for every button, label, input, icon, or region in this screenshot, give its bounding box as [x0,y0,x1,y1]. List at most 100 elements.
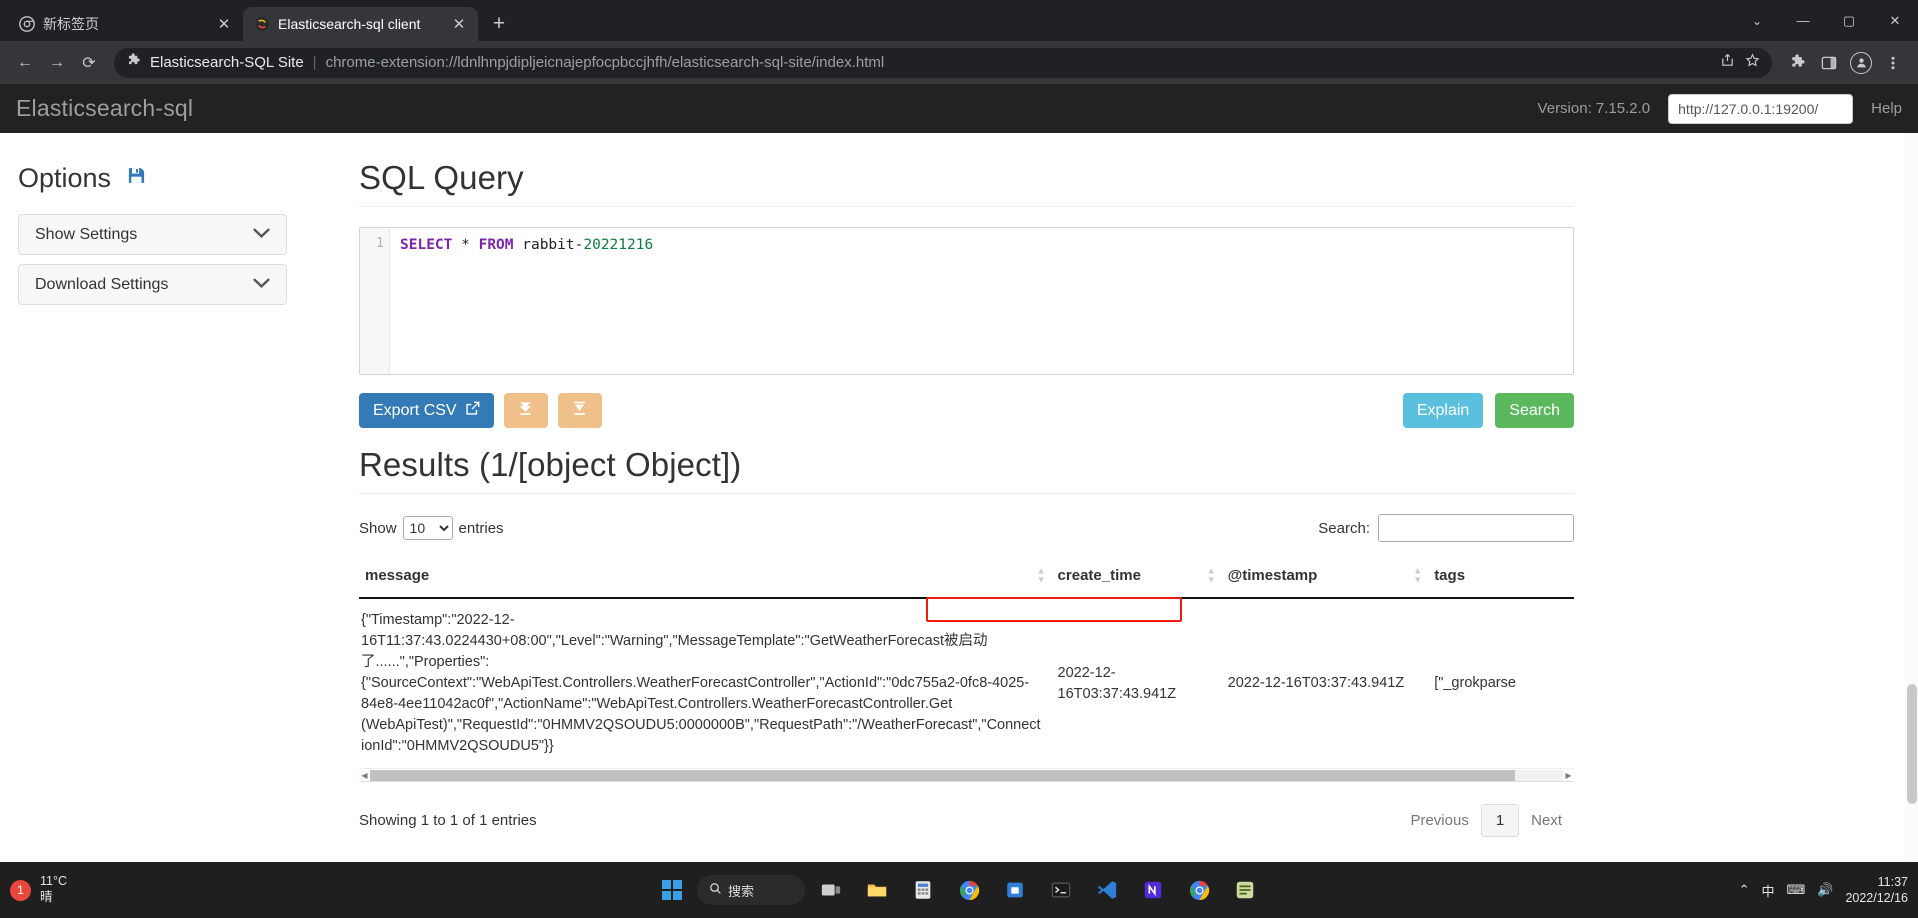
vscode-icon[interactable] [1087,870,1127,910]
sql-code[interactable]: SELECT * FROM rabbit-20221216 [390,228,653,374]
site-name: Elasticsearch-SQL Site [150,54,304,71]
sql-keyword-select: SELECT [400,237,453,253]
chrome-icon[interactable] [949,870,989,910]
task-view-icon[interactable] [811,870,851,910]
sql-client-icon[interactable] [1225,870,1265,910]
column-header-tags[interactable]: tags [1428,558,1574,599]
download-compress-icon [517,400,534,422]
three-dots-icon[interactable] [1878,48,1908,78]
windows-start-icon[interactable] [653,871,691,909]
table-footer: Showing 1 to 1 of 1 entries Previous 1 N… [359,804,1574,847]
calculator-icon[interactable] [903,870,943,910]
column-header-timestamp[interactable]: @timestamp ▲ ▼ [1221,558,1429,599]
puzzle-icon [126,53,141,72]
system-tray: ⌃ 中 ⌨ 🔊 11:37 2022/12/16 [1739,874,1908,907]
extensions-icon[interactable] [1782,48,1812,78]
table-search-input[interactable] [1378,514,1574,542]
sql-table-name: rabbit- [513,237,584,253]
sort-icon: ▲ ▼ [1206,565,1216,585]
table-horizontal-scrollbar[interactable]: ◀ ▶ [359,768,1574,782]
pagination-next[interactable]: Next [1519,805,1574,836]
column-label: tags [1434,567,1466,584]
share-icon[interactable] [1720,53,1735,72]
minimize-button[interactable]: — [1780,0,1826,41]
star-icon[interactable] [1745,53,1760,72]
scrollbar-thumb[interactable] [370,769,1516,781]
table-row[interactable]: {"Timestamp":"2022-12-16T11:37:43.022443… [359,597,1574,768]
server-url-input[interactable] [1668,93,1854,124]
results-table-wrapper: message ▲ ▼ create_time ▲ ▼ @timestamp ▲… [359,558,1574,783]
chrome-active-icon[interactable] [1179,870,1219,910]
page-length-select[interactable]: 10 25 50 100 [402,516,453,540]
back-icon[interactable]: ← [10,48,40,78]
tab-title: 新标签页 [43,16,99,32]
column-header-create-time[interactable]: create_time ▲ ▼ [1051,558,1222,599]
reload-icon[interactable]: ⟳ [74,48,104,78]
dotnet-icon[interactable] [1133,870,1173,910]
account-icon[interactable] [1846,48,1876,78]
elasticsearch-icon [253,16,270,33]
entries-label: entries [458,519,504,537]
page-scrollbar[interactable] [1905,133,1918,862]
file-explorer-icon[interactable] [857,870,897,910]
tab-search-icon[interactable]: ⌄ [1734,0,1780,41]
pagination: Previous 1 Next [1398,804,1574,838]
save-floppy-icon[interactable] [127,166,146,191]
sort-icon: ▲ ▼ [1036,565,1046,585]
header-right: Version: 7.15.2.0 Help [1537,93,1902,124]
keyboard-icon[interactable]: ⌨ [1786,882,1805,898]
pagination-previous[interactable]: Previous [1398,805,1480,836]
table-info: Showing 1 to 1 of 1 entries [359,812,537,830]
notification-badge: 1 [10,879,31,901]
taskbar-center: 搜索 [653,870,1265,910]
close-icon[interactable]: ✕ [215,15,233,33]
scrollbar-track[interactable] [370,769,1563,781]
close-window-button[interactable]: ✕ [1872,0,1918,41]
maximize-button[interactable]: ▢ [1826,0,1872,41]
omnibox-separator: | [312,54,317,71]
sql-star: * [452,237,479,253]
sql-editor[interactable]: 1 SELECT * FROM rabbit-20221216 [359,227,1574,375]
scroll-left-icon[interactable]: ◀ [359,771,370,780]
options-title: Options [18,163,112,193]
side-panel-icon[interactable] [1814,48,1844,78]
sql-table-suffix: 20221216 [583,237,654,253]
address-bar[interactable]: Elasticsearch-SQL Site | chrome-extensio… [114,47,1772,78]
scroll-right-icon[interactable]: ▶ [1563,771,1574,780]
volume-icon[interactable]: 🔊 [1817,882,1833,898]
explain-button[interactable]: Explain [1402,393,1484,428]
column-header-message[interactable]: message ▲ ▼ [359,558,1052,599]
chrome-icon [18,16,35,33]
new-tab-button[interactable]: + [484,9,514,39]
store-icon[interactable] [995,870,1035,910]
close-icon[interactable]: ✕ [450,15,468,33]
export-csv-button[interactable]: Export CSV [359,393,494,428]
pagination-page-1[interactable]: 1 [1480,804,1520,838]
ime-indicator[interactable]: 中 [1761,881,1774,900]
terminal-icon[interactable] [1041,870,1081,910]
chevron-down-icon [253,277,270,292]
forward-icon[interactable]: → [42,48,72,78]
download-compress-button[interactable] [503,393,548,428]
cell-tags: ["_grokparse [1434,675,1516,692]
taskbar-clock[interactable]: 11:37 2022/12/16 [1845,874,1908,907]
search-button[interactable]: Search [1495,393,1574,428]
download-compress-all-button[interactable] [557,393,602,428]
panel-download-settings[interactable]: Download Settings [18,264,287,305]
taskbar-search[interactable]: 搜索 [697,875,805,905]
version-label: Version: 7.15.2.0 [1537,100,1651,117]
page-content: Elasticsearch-sql Version: 7.15.2.0 Help… [0,84,1918,862]
windows-taskbar: 1 11°C 晴 搜索 ⌃ 中 ⌨ 🔊 11:37 2022/12/16 [0,862,1918,918]
page-scrollbar-thumb[interactable] [1907,684,1917,804]
app-brand[interactable]: Elasticsearch-sql [16,95,193,122]
url-text: chrome-extension://ldnlhnpjdipljeicnajep… [325,54,885,71]
chevron-up-icon[interactable]: ⌃ [1739,882,1750,898]
panel-show-settings[interactable]: Show Settings [18,214,287,255]
options-header: Options [18,163,287,194]
help-link[interactable]: Help [1871,100,1902,117]
weather-widget[interactable]: 1 11°C 晴 [10,874,190,905]
browser-tab-elasticsearch-sql-client[interactable]: Elasticsearch-sql client ✕ [243,7,478,41]
browser-tab-new-tab[interactable]: 新标签页 ✕ [8,7,243,41]
chevron-down-icon [253,227,270,242]
tab-title: Elasticsearch-sql client [278,16,421,32]
